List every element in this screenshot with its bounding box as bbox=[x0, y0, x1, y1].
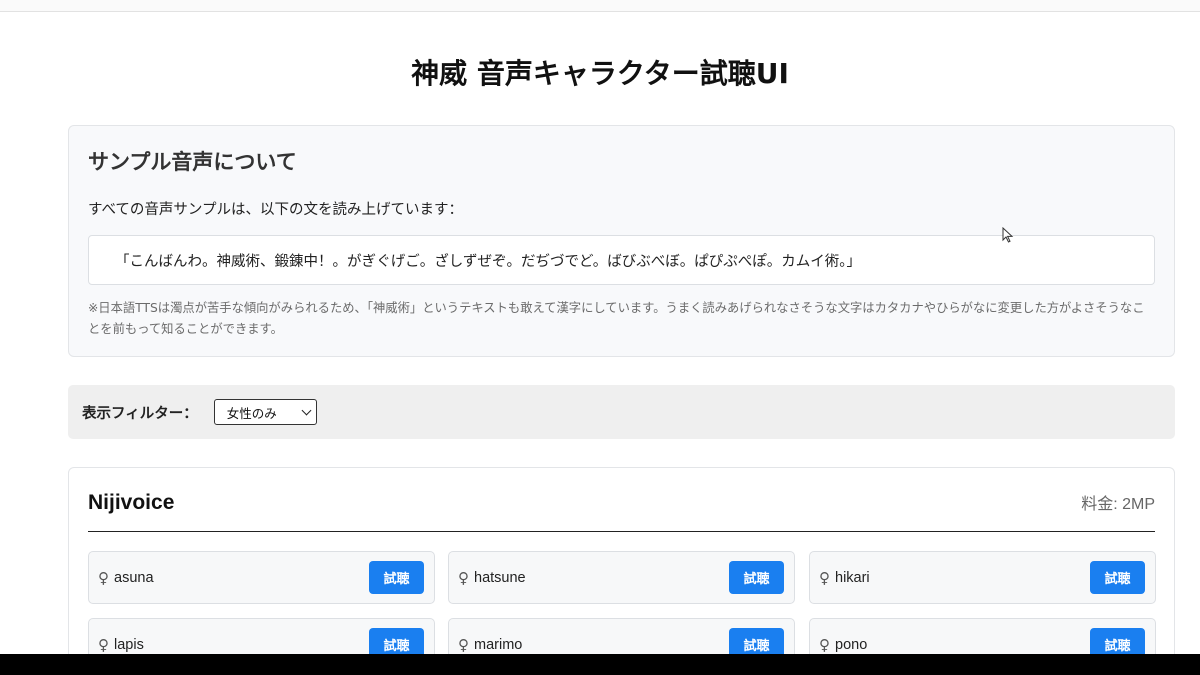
female-icon: ♀ bbox=[819, 635, 830, 654]
voice-name: hikari bbox=[835, 569, 870, 586]
sample-info-title: サンプル音声について bbox=[88, 150, 297, 174]
sample-sentence: 「こんばんわ。神威術、鍛錬中！。がぎぐげご。ざしずぜぞ。だぢづでど。ばびぶべぼ。… bbox=[115, 253, 862, 270]
voice-name: pono bbox=[835, 636, 868, 653]
play-sample-button[interactable]: 試聴 bbox=[1090, 561, 1145, 594]
letterbox-bar bbox=[0, 654, 1200, 675]
provider-price: 料金: 2MP bbox=[1081, 496, 1155, 513]
voice-name: asuna bbox=[114, 569, 154, 586]
voice-card: ♀ asuna 試聴 bbox=[88, 551, 435, 604]
provider-section-nijivoice: Nijivoice 料金: 2MP ♀ asuna 試聴 ♀ hatsune 試聴 … bbox=[68, 467, 1175, 675]
filter-bar: 表示フィルター： 女性のみ bbox=[68, 385, 1175, 439]
voice-name: hatsune bbox=[474, 569, 526, 586]
sample-info-description: すべての音声サンプルは、以下の文を読み上げています： bbox=[88, 202, 463, 218]
page-title: 神威 音声キャラクター試聴UI bbox=[411, 57, 789, 90]
female-icon: ♀ bbox=[98, 635, 109, 654]
voice-name: marimo bbox=[474, 636, 523, 653]
voice-name: lapis bbox=[114, 636, 144, 653]
voice-card: ♀ hatsune 試聴 bbox=[448, 551, 795, 604]
chevron-down-icon bbox=[301, 405, 312, 415]
sample-sentence-box: 「こんばんわ。神威術、鍛錬中！。がぎぐげご。ざしずぜぞ。だぢづでど。ばびぶべぼ。… bbox=[88, 235, 1155, 285]
sample-info-note: ※日本語TTSは濁点が苦手な傾向がみられるため、「神威術」というテキストも敢えて… bbox=[88, 301, 1145, 336]
provider-header: Nijivoice 料金: 2MP bbox=[88, 468, 1155, 532]
filter-label: 表示フィルター： bbox=[82, 405, 198, 422]
browser-top-edge bbox=[0, 0, 1200, 12]
mouse-cursor-icon bbox=[1002, 227, 1014, 243]
provider-name: Nijivoice bbox=[88, 491, 175, 514]
female-icon: ♀ bbox=[458, 568, 469, 587]
play-sample-button[interactable]: 試聴 bbox=[369, 561, 424, 594]
voice-card: ♀ hikari 試聴 bbox=[809, 551, 1156, 604]
gender-filter-value: 女性のみ bbox=[226, 405, 277, 421]
female-icon: ♀ bbox=[98, 568, 109, 587]
gender-filter-select[interactable]: 女性のみ bbox=[213, 399, 317, 425]
female-icon: ♀ bbox=[819, 568, 830, 587]
play-sample-button[interactable]: 試聴 bbox=[729, 561, 784, 594]
female-icon: ♀ bbox=[458, 635, 469, 654]
